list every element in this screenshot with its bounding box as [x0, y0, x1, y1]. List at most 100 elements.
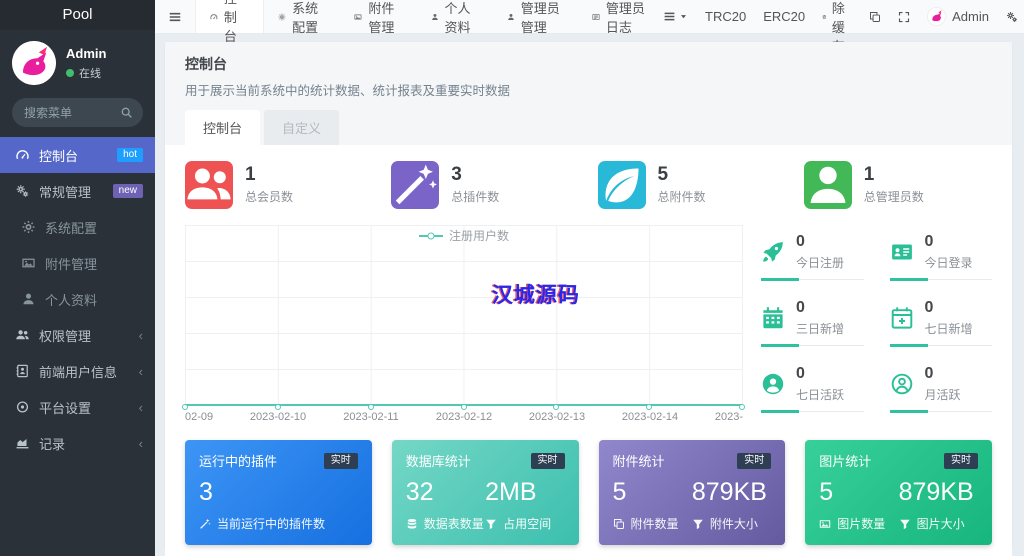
sidebar-item-front-user[interactable]: 前端用户信息‹: [0, 353, 155, 389]
stat-value: 3: [451, 165, 499, 186]
hamburger-icon: [168, 10, 182, 24]
card-title: 运行中的插件: [199, 451, 277, 470]
mini-stat-seven-day-new: 0 七日新增: [890, 291, 993, 346]
mini-stat-label: 今日注册: [796, 254, 844, 271]
sidebar-item-general[interactable]: 常规管理 new: [0, 173, 155, 209]
panel-tab-custom[interactable]: 自定义: [264, 110, 339, 145]
chart-point: [182, 404, 188, 410]
users-icon: [185, 161, 233, 209]
sidebar-item-dashboard[interactable]: 控制台hot: [0, 137, 155, 173]
card-cell: 32数据表数量: [406, 477, 485, 532]
stat-card-total-attachments: 5总附件数: [598, 161, 786, 209]
chevron-left-icon: ‹: [139, 401, 143, 414]
chevron-left-icon: ‹: [139, 365, 143, 378]
card-cell: 5附件数量: [613, 477, 692, 532]
topbar-tab-profile[interactable]: 个人资料: [417, 0, 493, 33]
stat-label: 总插件数: [451, 188, 499, 205]
sidebar-item-platform[interactable]: 平台设置‹: [0, 389, 155, 425]
x-axis-label: 2023-02-09: [185, 411, 213, 423]
user-name: Admin: [66, 46, 106, 61]
mini-stat-label: 三日新增: [796, 320, 844, 337]
gear-icon: [278, 11, 286, 23]
wand-icon: [391, 161, 439, 209]
tabs-dropdown-button[interactable]: [663, 10, 688, 23]
search-input[interactable]: [24, 106, 120, 120]
mini-stat-today-login: 0今日登录: [890, 225, 993, 280]
mini-stat-today-register: 0今日注册: [761, 225, 864, 280]
sidebar-item-auth[interactable]: 权限管理‹: [0, 317, 155, 353]
card-footer: 图片数量: [819, 515, 898, 532]
mini-stat-label: 七日新增: [925, 320, 973, 337]
panel-tab-console[interactable]: 控制台: [185, 110, 260, 145]
expand-icon: [898, 11, 910, 23]
menu-search[interactable]: [12, 98, 143, 127]
fullscreen-button[interactable]: [898, 11, 910, 23]
main-area: 控制台系统配置附件管理个人资料管理员管理管理员日志 TRC20 ERC20 清除…: [155, 0, 1024, 556]
user-icon: [431, 11, 439, 23]
trc20-link[interactable]: TRC20: [705, 9, 746, 24]
chart-watermark: 汉城源码: [492, 279, 580, 309]
sidebar-item-attachment[interactable]: 附件管理: [0, 245, 155, 281]
chart-point: [461, 404, 467, 410]
sidebar-toggle-button[interactable]: [155, 0, 195, 33]
copy-page-button[interactable]: [869, 11, 881, 23]
funnel-icon: [485, 518, 497, 530]
mini-stat-seven-day-active: 0七日活跃: [761, 357, 864, 412]
sidebar: Pool Admin 在线 控制台hot 常规管理 new 系统配置附件管理个人资料权…: [0, 0, 155, 556]
sidebar-item-label: 控制台: [39, 146, 78, 165]
search-icon[interactable]: [120, 106, 133, 119]
topbar-tab-attachment[interactable]: 附件管理: [340, 0, 416, 33]
sidebar-item-label: 常规管理: [39, 182, 91, 201]
trash-icon: [822, 11, 827, 23]
sidebar-item-label: 个人资料: [45, 290, 97, 309]
sidebar-item-label: 附件管理: [45, 254, 97, 273]
avatar[interactable]: [12, 41, 56, 85]
app-root: Pool Admin 在线 控制台hot常规管理new系统配置附件管理个人资料权…: [0, 0, 1024, 556]
erc20-link[interactable]: ERC20: [763, 9, 805, 24]
mini-stat-three-day-new: 0三日新增: [761, 291, 864, 346]
topbar-tab-admin-log[interactable]: 管理员日志: [578, 0, 663, 33]
topbar-tab-system-config[interactable]: 系统配置: [264, 0, 340, 33]
x-axis-label: 2023-02-13: [529, 411, 585, 423]
user-status: 在线: [79, 65, 101, 81]
card-value: 879KB: [899, 477, 978, 507]
card-value: 5: [819, 477, 898, 507]
sidebar-item-profile[interactable]: 个人资料: [0, 281, 155, 317]
funnel-icon: [899, 518, 911, 530]
user-icon: [804, 161, 852, 209]
topbar-avatar: [927, 7, 946, 26]
x-axis-label: 2023-02-11: [343, 411, 398, 423]
card-cell: 2MB占用空间: [485, 477, 564, 532]
topbar-tab-label: 管理员管理: [521, 0, 564, 36]
topbar-tab-dashboard[interactable]: 控制台: [195, 0, 264, 33]
mini-stat-label: 七日活跃: [796, 386, 844, 403]
summary-card-image-stats: 图片统计实时5图片数量879KB图片大小: [805, 440, 992, 545]
dashboard-icon: [210, 11, 218, 23]
middle-row: 注册用户数 汉城源码 2023-02-092023-02-102023-02-1…: [185, 225, 992, 424]
chart-legend[interactable]: 注册用户数: [185, 227, 743, 244]
stat-label: 总附件数: [658, 188, 706, 205]
sidebar-item-system-config[interactable]: 系统配置: [0, 209, 155, 245]
mini-stat-value: 0: [925, 299, 973, 317]
topbar-user-menu[interactable]: Admin: [927, 7, 989, 26]
menu-badge: new: [113, 184, 143, 198]
card-cell: 3当前运行中的插件数: [199, 477, 358, 532]
x-axis-label: 2023-02-12: [436, 411, 492, 423]
legend-label: 注册用户数: [449, 227, 509, 244]
brand-title: Pool: [0, 0, 155, 30]
panel-body: 1总会员数3总插件数5总附件数1总管理员数 注册用户数 汉城源码 202: [165, 145, 1012, 556]
card-footer-label: 图片数量: [837, 515, 885, 532]
cogs-icon: [14, 184, 31, 198]
card-value: 3: [199, 477, 358, 507]
card-title: 附件统计: [613, 451, 665, 470]
stat-label: 总会员数: [245, 188, 293, 205]
page-title: 控制台: [185, 54, 992, 74]
settings-button[interactable]: [1006, 11, 1018, 23]
topbar-tab-label: 个人资料: [444, 0, 478, 36]
topbar: 控制台系统配置附件管理个人资料管理员管理管理员日志 TRC20 ERC20 清除…: [155, 0, 1024, 34]
chart-point: [739, 404, 745, 410]
realtime-badge: 实时: [531, 453, 565, 469]
stat-label: 总管理员数: [864, 188, 924, 205]
sidebar-item-records[interactable]: 记录‹: [0, 425, 155, 461]
topbar-tab-admin-manage[interactable]: 管理员管理: [493, 0, 578, 33]
